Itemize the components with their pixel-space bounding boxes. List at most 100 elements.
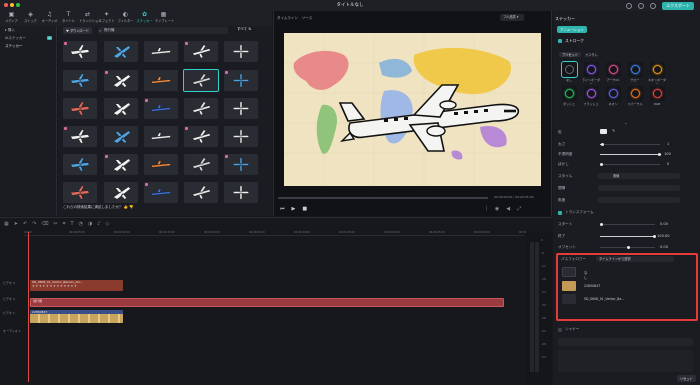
offset-value[interactable]: 0.00 bbox=[660, 245, 668, 249]
end-slider[interactable] bbox=[600, 235, 656, 238]
sticker-thumbnail[interactable] bbox=[224, 41, 258, 62]
sticker-thumbnail[interactable] bbox=[144, 182, 178, 203]
track-header[interactable]: オーディオ 1 bbox=[0, 329, 24, 333]
previous-frame-icon[interactable]: ⏮ bbox=[280, 206, 285, 212]
undo-icon[interactable]: ↶ bbox=[23, 218, 27, 230]
tool-filter[interactable]: ◐ フィルター bbox=[117, 11, 134, 26]
stroke-preset[interactable] bbox=[650, 86, 665, 101]
nav-item-0[interactable]: ▸ 購入 bbox=[0, 26, 56, 34]
sticker-thumbnail[interactable] bbox=[144, 70, 178, 91]
sticker-thumbnail[interactable] bbox=[224, 70, 258, 91]
inspector-tab-sticker[interactable]: ステッカー bbox=[555, 16, 575, 22]
sticker-thumbnail[interactable] bbox=[184, 98, 218, 119]
download-tab[interactable]: ♥ ダウンロード bbox=[63, 27, 92, 34]
playback-scrubber[interactable] bbox=[278, 197, 488, 199]
start-slider[interactable] bbox=[600, 223, 655, 226]
stroke-preset[interactable] bbox=[584, 62, 599, 77]
sticker-thumbnail[interactable] bbox=[63, 154, 97, 175]
offset-slider[interactable] bbox=[600, 246, 655, 249]
size-slider[interactable] bbox=[600, 143, 660, 146]
audio-icon[interactable]: ♪ bbox=[97, 218, 100, 230]
tab-animation[interactable]: アニメーション bbox=[557, 26, 587, 33]
sticker-thumbnail[interactable] bbox=[184, 126, 218, 147]
sticker-clip[interactable]: SD_0608_01_Vector_Banner_Ani... ✈✈✈✈✈✈✈✈… bbox=[30, 280, 123, 291]
reset-button[interactable]: リセット bbox=[677, 375, 696, 382]
stroke-preset[interactable] bbox=[584, 86, 599, 101]
delete-icon[interactable]: ⌫ bbox=[41, 218, 48, 230]
opacity-value[interactable]: 100 bbox=[664, 152, 671, 156]
camera-icon[interactable]: ◉ bbox=[495, 206, 499, 212]
tab-timeline[interactable]: タイムライン bbox=[277, 16, 298, 20]
select-icon[interactable]: ➤ bbox=[14, 218, 18, 230]
keyframe-icon[interactable]: ◇ bbox=[105, 218, 109, 230]
fullscreen-icon[interactable]: ⤢ bbox=[517, 206, 521, 212]
stroke-preset[interactable] bbox=[562, 86, 577, 101]
sticker-thumbnail[interactable] bbox=[104, 70, 138, 91]
nav-item-1[interactable]: AIステッカー AI bbox=[0, 34, 56, 42]
play-icon[interactable]: ▶ bbox=[292, 206, 296, 212]
tool-sticker[interactable]: ✿ ステッカー bbox=[136, 11, 153, 26]
sticker-thumbnail[interactable] bbox=[104, 41, 138, 62]
search-input[interactable] bbox=[98, 27, 228, 34]
sticker-thumbnail[interactable] bbox=[144, 126, 178, 147]
stroke-preset[interactable] bbox=[561, 61, 578, 78]
tool-transition[interactable]: ⇄ トランジション bbox=[79, 11, 101, 26]
sticker-thumbnail[interactable] bbox=[144, 41, 178, 62]
sticker-thumbnail[interactable] bbox=[224, 98, 258, 119]
size-value[interactable]: 1 bbox=[667, 142, 669, 146]
sticker-thumbnail[interactable] bbox=[63, 126, 97, 147]
shadow-toggle[interactable] bbox=[558, 328, 562, 332]
path-source-dropdown[interactable]: タイムラインから選択 bbox=[596, 256, 674, 262]
stroke-preset[interactable] bbox=[628, 86, 643, 101]
settings-icon[interactable] bbox=[650, 3, 657, 9]
grid-icon[interactable]: ▦ bbox=[4, 218, 9, 230]
sticker-thumbnail[interactable] bbox=[224, 154, 258, 175]
cloud-icon[interactable] bbox=[638, 3, 645, 9]
sticker-thumbnail[interactable] bbox=[104, 98, 138, 119]
track-header[interactable]: ビデオ 1 bbox=[0, 311, 24, 315]
eyedropper-icon[interactable]: ✎ bbox=[612, 128, 615, 133]
text-icon[interactable]: T bbox=[70, 218, 73, 230]
tool-effects[interactable]: ✦ エフェクト bbox=[98, 11, 115, 26]
sticker-thumbnail[interactable] bbox=[63, 182, 97, 203]
tool-stock[interactable]: ◈ ストック bbox=[22, 11, 39, 26]
sticker-thumbnail[interactable] bbox=[183, 69, 219, 92]
sticker-thumbnail[interactable] bbox=[224, 182, 258, 203]
sticker-thumbnail[interactable] bbox=[63, 41, 97, 62]
marker-icon[interactable]: ⏐ bbox=[485, 206, 488, 212]
sticker-search[interactable]: ⌕ bbox=[98, 27, 228, 34]
export-button[interactable]: エクスポート bbox=[662, 2, 694, 10]
speed-icon[interactable]: ◔ bbox=[79, 218, 83, 230]
sticker-thumbnail[interactable] bbox=[144, 154, 178, 175]
track-header[interactable]: ビデオ 3 bbox=[0, 281, 24, 285]
preview-canvas[interactable] bbox=[284, 33, 541, 186]
timeline-ruler[interactable]: 00:0000:00:05:0000:00:10:0000:00:15:0000… bbox=[24, 231, 535, 236]
style-dropdown[interactable]: 実線 bbox=[598, 173, 680, 179]
sticker-thumbnail[interactable] bbox=[184, 41, 218, 62]
sticker-thumbnail[interactable] bbox=[63, 70, 97, 91]
account-icon[interactable] bbox=[626, 3, 633, 9]
blur-slider[interactable] bbox=[600, 163, 660, 166]
sticker-thumbnail[interactable] bbox=[184, 182, 218, 203]
title-clip[interactable]: 飛行機 bbox=[30, 298, 504, 307]
end-value[interactable]: 100.00 bbox=[657, 234, 670, 238]
nav-item-2[interactable]: ステッカー bbox=[0, 42, 56, 50]
stroke-preset[interactable] bbox=[628, 62, 643, 77]
redo-icon[interactable]: ↷ bbox=[32, 218, 36, 230]
tool-template[interactable]: ▦ テンプレート bbox=[155, 11, 174, 26]
sticker-thumbnail[interactable] bbox=[184, 154, 218, 175]
transform-toggle[interactable] bbox=[558, 211, 562, 215]
tool-title[interactable]: T タイトル bbox=[60, 11, 77, 26]
stroke-color-swatch[interactable] bbox=[600, 129, 607, 134]
stroke-preset[interactable] bbox=[650, 62, 665, 77]
crop-icon[interactable]: ⌗ bbox=[63, 218, 66, 230]
split-icon[interactable]: ✂ bbox=[53, 218, 57, 230]
preset-tab[interactable]: プリセット bbox=[559, 52, 581, 57]
filter-dropdown[interactable]: すべて ⇅ bbox=[237, 27, 251, 32]
tool-audio[interactable]: ♫ オーディオ bbox=[41, 11, 58, 26]
opacity-slider[interactable] bbox=[600, 153, 661, 156]
sticker-thumbnail[interactable] bbox=[224, 126, 258, 147]
color-icon[interactable]: ◑ bbox=[88, 218, 92, 230]
volume-icon[interactable]: ◀ bbox=[506, 206, 510, 212]
stroke-toggle[interactable] bbox=[558, 39, 562, 43]
